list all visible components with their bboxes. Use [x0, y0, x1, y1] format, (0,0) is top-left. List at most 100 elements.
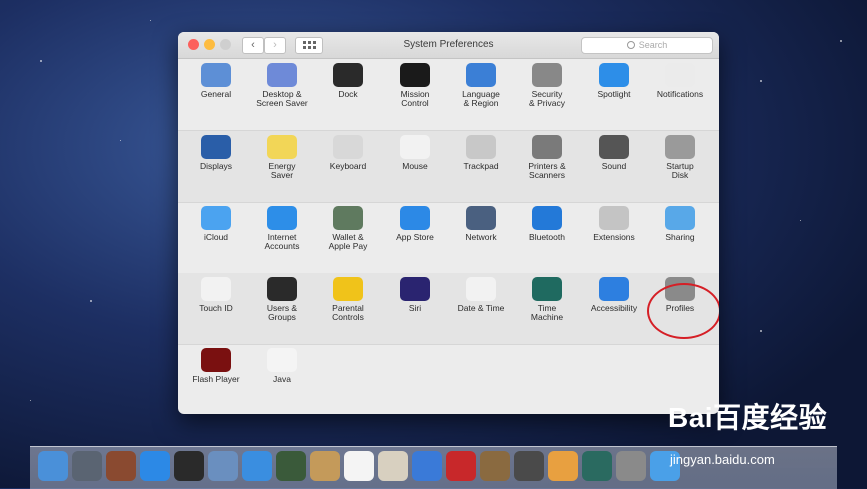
pref-fingerprint[interactable]: Touch ID	[183, 277, 249, 313]
keyboard-icon	[333, 135, 363, 159]
pref-keyboard[interactable]: Keyboard	[315, 135, 381, 171]
pref-label: Sharing	[665, 232, 695, 242]
cloud-icon	[201, 206, 231, 230]
pref-label: Mouse	[402, 161, 428, 171]
dashboard-icon[interactable]	[174, 451, 204, 481]
photos-booth-icon[interactable]	[106, 451, 136, 481]
pref-label: Touch ID	[199, 303, 233, 313]
garageband-icon[interactable]	[548, 451, 578, 481]
folder-icon	[665, 206, 695, 230]
pref-flag[interactable]: Language & Region	[448, 63, 514, 108]
pref-label: Startup Disk	[666, 161, 694, 180]
itunes-icon[interactable]	[412, 451, 442, 481]
pref-label: Parental Controls	[332, 303, 364, 322]
pref-label: Dock	[338, 89, 358, 99]
pref-wallet[interactable]: Wallet & Apple Pay	[315, 206, 381, 251]
pref-users[interactable]: Users & Groups	[249, 277, 315, 322]
facetime-icon[interactable]	[276, 451, 306, 481]
pref-desktop[interactable]: Desktop & Screen Saver	[249, 63, 315, 108]
spotlight-icon	[599, 63, 629, 87]
house-icon	[532, 63, 562, 87]
pref-label: Displays	[199, 161, 233, 171]
pref-notifications[interactable]: Notifications	[647, 63, 713, 99]
pref-label: Date & Time	[457, 303, 505, 313]
watermark-logo: Bai百度经验	[668, 402, 828, 433]
puzzle-icon	[599, 206, 629, 230]
baidu-watermark: Bai百度经验 jingyan.baidu.com	[666, 390, 866, 488]
pref-clock[interactable]: Date & Time	[448, 277, 514, 313]
photo-booth-icon[interactable]	[446, 451, 476, 481]
bluetooth-icon	[532, 206, 562, 230]
pref-label: Accessibility	[590, 303, 638, 313]
pref-label: Language & Region	[462, 89, 500, 108]
launchpad-icon[interactable]	[72, 451, 102, 481]
pref-flash[interactable]: Flash Player	[183, 348, 249, 384]
accessibility-icon	[599, 277, 629, 301]
pref-siri[interactable]: Siri	[382, 277, 448, 313]
iphoto-icon[interactable]	[480, 451, 510, 481]
pref-speaker[interactable]: Sound	[581, 135, 647, 171]
pref-display[interactable]: Displays	[183, 135, 249, 171]
notifications-icon	[665, 63, 695, 87]
contacts-icon[interactable]	[310, 451, 340, 481]
pref-label: Wallet & Apple Pay	[328, 232, 368, 251]
preview-icon[interactable]	[208, 451, 238, 481]
general-icon	[201, 63, 231, 87]
preference-row: Displays Energy Saver Keyboard Mouse Trackpa…	[178, 131, 719, 203]
pref-mission-control[interactable]: Mission Control	[382, 63, 448, 108]
pref-label: Trackpad	[463, 161, 499, 171]
pref-label: Spotlight	[597, 89, 631, 99]
pref-folder[interactable]: Sharing	[647, 206, 713, 242]
imovie-icon[interactable]	[514, 451, 544, 481]
disk-icon	[665, 135, 695, 159]
pref-app-store[interactable]: App Store	[382, 206, 448, 242]
pref-house[interactable]: Security & Privacy	[514, 63, 580, 108]
pref-time-machine[interactable]: Time Machine	[514, 277, 580, 322]
pref-bluetooth[interactable]: Bluetooth	[514, 206, 580, 242]
preference-row: iCloud Internet Accounts Wallet & Apple Pa…	[178, 202, 719, 274]
profiles-highlight-circle	[647, 283, 719, 339]
time-machine-icon	[532, 277, 562, 301]
mouse-icon	[400, 135, 430, 159]
pref-label: iCloud	[203, 232, 229, 242]
pref-globe[interactable]: Network	[448, 206, 514, 242]
java-icon	[267, 348, 297, 372]
app-store-dock-icon[interactable]	[140, 451, 170, 481]
pref-label: Bluetooth	[529, 232, 565, 242]
pref-trackpad[interactable]: Trackpad	[448, 135, 514, 171]
pref-java[interactable]: Java	[249, 348, 315, 384]
pref-cloud[interactable]: iCloud	[183, 206, 249, 242]
pref-spotlight[interactable]: Spotlight	[581, 63, 647, 99]
pref-dock[interactable]: Dock	[315, 63, 381, 99]
watermark-url: jingyan.baidu.com	[670, 452, 775, 467]
wallet-icon	[333, 206, 363, 230]
pref-disk[interactable]: Startup Disk	[647, 135, 713, 180]
speaker-icon	[599, 135, 629, 159]
pref-label: Printers & Scanners	[528, 161, 566, 180]
pref-accessibility[interactable]: Accessibility	[581, 277, 647, 313]
pref-label: Mission Control	[400, 89, 430, 108]
search-input[interactable]: Search	[581, 37, 713, 54]
preference-row: Flash Player Java	[178, 344, 719, 414]
photos-icon[interactable]	[378, 451, 408, 481]
flag-icon	[466, 63, 496, 87]
display-icon	[201, 135, 231, 159]
finder-icon[interactable]	[38, 451, 68, 481]
system-preferences-dock-icon[interactable]	[616, 451, 646, 481]
pref-general[interactable]: General	[183, 63, 249, 99]
time-machine-dock-icon[interactable]	[582, 451, 612, 481]
clock-icon	[466, 277, 496, 301]
pref-puzzle[interactable]: Extensions	[581, 206, 647, 242]
pref-label: General	[200, 89, 232, 99]
pref-at[interactable]: Internet Accounts	[249, 206, 315, 251]
pref-label: Keyboard	[329, 161, 367, 171]
pref-mouse[interactable]: Mouse	[382, 135, 448, 171]
safari-icon[interactable]	[242, 451, 272, 481]
calendar-icon[interactable]	[344, 451, 374, 481]
dock-icon	[333, 63, 363, 87]
pref-parental[interactable]: Parental Controls	[315, 277, 381, 322]
search-placeholder: Search	[638, 40, 668, 50]
pref-printer[interactable]: Printers & Scanners	[514, 135, 580, 180]
pref-bulb[interactable]: Energy Saver	[249, 135, 315, 180]
bulb-icon	[267, 135, 297, 159]
